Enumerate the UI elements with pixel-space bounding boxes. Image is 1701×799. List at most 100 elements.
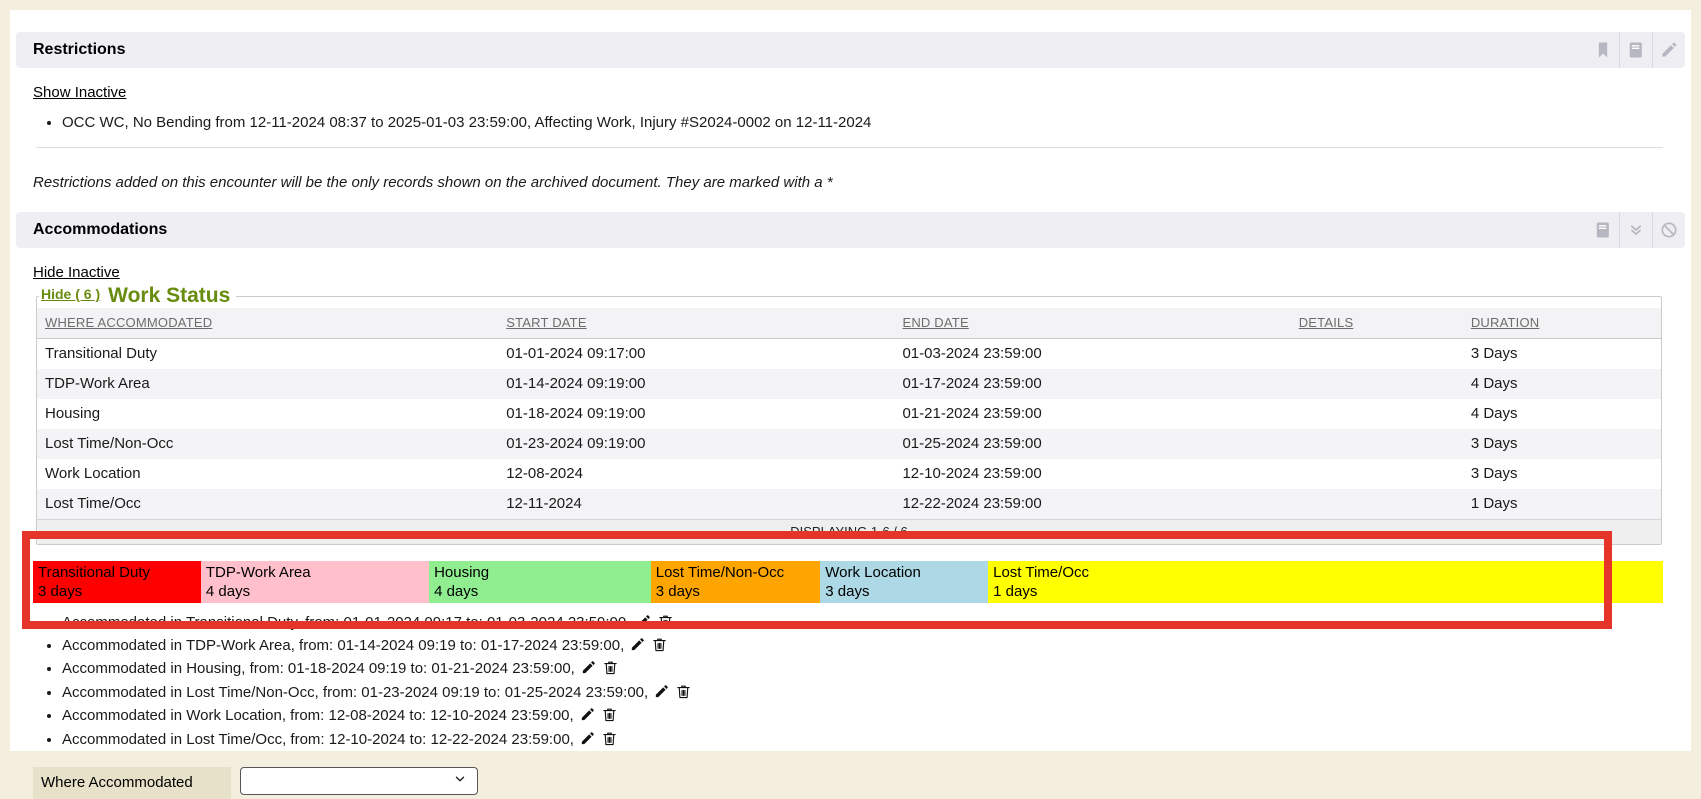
edit-pencil-icon[interactable] xyxy=(635,613,652,636)
table-cell xyxy=(1291,369,1463,399)
timeline-segment-duration: 4 days xyxy=(434,582,651,601)
timeline-segment-duration: 4 days xyxy=(206,582,429,601)
column-sort-link[interactable]: END DATE xyxy=(902,315,968,330)
accommodation-entry: Accommodated in TDP-Work Area, from: 01-… xyxy=(62,636,1685,659)
accommodation-entry-text: Accommodated in Work Location, from: 12-… xyxy=(62,707,574,724)
table-cell: Lost Time/Occ xyxy=(37,489,498,519)
table-cell: 01-17-2024 23:59:00 xyxy=(894,369,1290,399)
timeline-segment-duration: 3 days xyxy=(656,582,821,601)
timeline-segment-label: Lost Time/Non-Occ xyxy=(656,563,821,582)
divider xyxy=(36,147,1663,148)
table-row: Work Location12-08-202412-10-2024 23:59:… xyxy=(37,459,1661,489)
accommodation-entry-text: Accommodated in Transitional Duty, from:… xyxy=(62,614,630,631)
table-cell xyxy=(1291,459,1463,489)
double-chevron-down-icon[interactable] xyxy=(1619,212,1652,248)
table-cell: 12-11-2024 xyxy=(498,489,894,519)
book-icon[interactable] xyxy=(1586,212,1619,248)
column-sort-link[interactable]: DURATION xyxy=(1471,315,1540,330)
timeline-segment-label: TDP-Work Area xyxy=(206,563,429,582)
table-cell xyxy=(1291,399,1463,429)
table-cell: 1 Days xyxy=(1463,489,1661,519)
timeline-segment-duration: 3 days xyxy=(825,582,988,601)
table-row: Lost Time/Non-Occ01-23-2024 09:19:0001-2… xyxy=(37,429,1661,459)
work-status-title: Work Status xyxy=(108,284,230,307)
work-status-legend: Hide ( 6 ) Work Status xyxy=(39,284,236,308)
table-cell: 01-14-2024 09:19:00 xyxy=(498,369,894,399)
table-cell: Transitional Duty xyxy=(37,339,498,369)
show-inactive-link[interactable]: Show Inactive xyxy=(33,84,126,101)
edit-pencil-icon[interactable] xyxy=(653,683,670,706)
timeline-segment: Lost Time/Occ1 days xyxy=(988,561,1663,603)
timeline-segment-duration: 1 days xyxy=(993,582,1663,601)
table-cell: 3 Days xyxy=(1463,339,1661,369)
table-row: TDP-Work Area01-14-2024 09:19:0001-17-20… xyxy=(37,369,1661,399)
restrictions-note: Restrictions added on this encounter wil… xyxy=(33,174,1685,191)
where-accommodated-row: Where Accommodated xyxy=(33,767,1685,799)
restrictions-toolbar xyxy=(1586,32,1685,68)
delete-trash-icon[interactable] xyxy=(601,706,618,729)
timeline-segment: Housing4 days xyxy=(429,561,651,603)
table-cell: 3 Days xyxy=(1463,429,1661,459)
edit-pencil-icon[interactable] xyxy=(629,636,646,659)
delete-trash-icon[interactable] xyxy=(675,683,692,706)
table-cell: Work Location xyxy=(37,459,498,489)
circle-slash-icon[interactable] xyxy=(1652,212,1685,248)
table-cell: 01-03-2024 23:59:00 xyxy=(894,339,1290,369)
table-cell: 12-08-2024 xyxy=(498,459,894,489)
table-cell: 12-10-2024 23:59:00 xyxy=(894,459,1290,489)
table-cell xyxy=(1291,489,1463,519)
table-cell: 3 Days xyxy=(1463,459,1661,489)
table-cell: TDP-Work Area xyxy=(37,369,498,399)
column-sort-link[interactable]: DETAILS xyxy=(1299,315,1354,330)
restrictions-title: Restrictions xyxy=(33,41,125,59)
paging-status: DISPLAYING 1-6 / 6 xyxy=(37,519,1661,544)
work-status-tbody: Transitional Duty01-01-2024 09:17:0001-0… xyxy=(37,339,1661,519)
hide-inactive-link[interactable]: Hide Inactive xyxy=(33,264,120,281)
table-cell: 4 Days xyxy=(1463,369,1661,399)
work-status-fieldset: Hide ( 6 ) Work Status WHERE ACCOMMODATED… xyxy=(36,284,1662,545)
where-accommodated-label: Where Accommodated xyxy=(33,767,231,799)
timeline-segment-label: Housing xyxy=(434,563,651,582)
restriction-item: OCC WC, No Bending from 12-11-2024 08:37… xyxy=(62,112,1685,134)
where-accommodated-select[interactable] xyxy=(240,767,478,795)
delete-trash-icon[interactable] xyxy=(602,659,619,682)
book-icon[interactable] xyxy=(1619,32,1652,68)
bookmark-icon[interactable] xyxy=(1586,32,1619,68)
timeline-segment-label: Transitional Duty xyxy=(38,563,201,582)
edit-pencil-icon[interactable] xyxy=(579,706,596,729)
accommodation-entry-text: Accommodated in Housing, from: 01-18-202… xyxy=(62,660,575,677)
edit-pencil-icon[interactable] xyxy=(580,659,597,682)
delete-trash-icon[interactable] xyxy=(651,636,668,659)
accommodation-entry: Accommodated in Housing, from: 01-18-202… xyxy=(62,659,1685,682)
hide-count-link[interactable]: Hide ( 6 ) xyxy=(41,286,100,302)
accommodation-entry: Accommodated in Transitional Duty, from:… xyxy=(62,613,1685,636)
table-row: Transitional Duty01-01-2024 09:17:0001-0… xyxy=(37,339,1661,369)
chevron-down-icon xyxy=(453,772,467,789)
table-cell: 01-23-2024 09:19:00 xyxy=(498,429,894,459)
column-sort-link[interactable]: START DATE xyxy=(506,315,587,330)
table-cell xyxy=(1291,429,1463,459)
pencil-icon[interactable] xyxy=(1652,32,1685,68)
work-status-table: WHERE ACCOMMODATED START DATE END DATE DETA… xyxy=(37,308,1661,519)
timeline-segment-label: Work Location xyxy=(825,563,988,582)
timeline-segment: Lost Time/Non-Occ3 days xyxy=(651,561,821,603)
table-cell: 01-18-2024 09:19:00 xyxy=(498,399,894,429)
timeline-segment: Work Location3 days xyxy=(820,561,988,603)
table-cell: 01-25-2024 23:59:00 xyxy=(894,429,1290,459)
table-cell: 4 Days xyxy=(1463,399,1661,429)
timeline-segment-duration: 3 days xyxy=(38,582,201,601)
table-row: Housing01-18-2024 09:19:0001-21-2024 23:… xyxy=(37,399,1661,429)
accommodation-entry-text: Accommodated in TDP-Work Area, from: 01-… xyxy=(62,637,624,654)
table-cell: Lost Time/Non-Occ xyxy=(37,429,498,459)
edit-pencil-icon[interactable] xyxy=(579,730,596,753)
table-cell: 01-01-2024 09:17:00 xyxy=(498,339,894,369)
timeline-segment: Transitional Duty3 days xyxy=(33,561,201,603)
timeline-segment-label: Lost Time/Occ xyxy=(993,563,1663,582)
delete-trash-icon[interactable] xyxy=(601,730,618,753)
column-sort-link[interactable]: WHERE ACCOMMODATED xyxy=(45,315,212,330)
accommodation-timeline: Transitional Duty3 daysTDP-Work Area4 da… xyxy=(33,561,1663,603)
restrictions-list: OCC WC, No Bending from 12-11-2024 08:37… xyxy=(16,112,1685,134)
table-cell: 01-21-2024 23:59:00 xyxy=(894,399,1290,429)
accommodation-entry-text: Accommodated in Lost Time/Non-Occ, from:… xyxy=(62,684,648,701)
delete-trash-icon[interactable] xyxy=(657,613,674,636)
